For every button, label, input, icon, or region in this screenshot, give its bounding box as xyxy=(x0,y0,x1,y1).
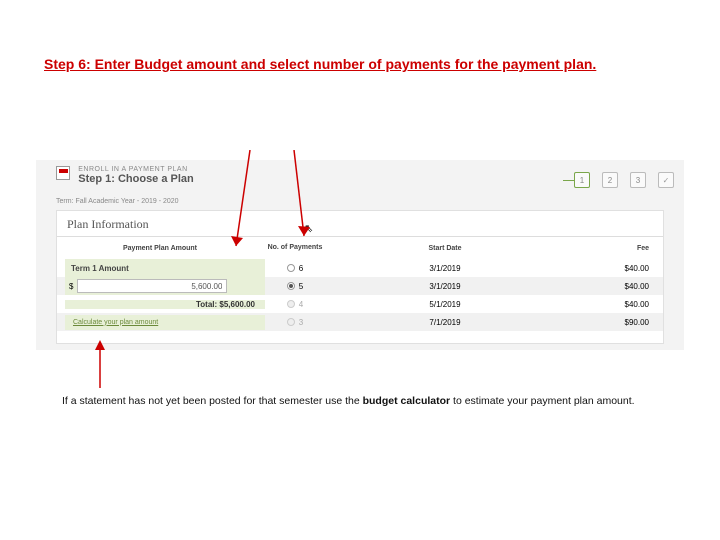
wizard-step-2[interactable]: 2 xyxy=(602,172,618,188)
hdr-payments: No. of Payments xyxy=(265,244,325,252)
note-prefix: If a statement has not yet been posted f… xyxy=(62,395,363,407)
date-0: 3/1/2019 xyxy=(325,264,565,273)
calendar-icon xyxy=(56,166,70,180)
bottom-note: If a statement has not yet been posted f… xyxy=(62,395,662,409)
radio-6[interactable] xyxy=(287,264,295,272)
fee-1: $40.00 xyxy=(565,282,655,291)
payments-3: 3 xyxy=(299,318,303,327)
note-bold: budget calculator xyxy=(363,395,451,407)
enroll-header: ENROLL IN A PAYMENT PLAN Step 1: Choose … xyxy=(56,166,194,185)
date-1: 3/1/2019 xyxy=(325,282,565,291)
fee-0: $40.00 xyxy=(565,264,655,273)
currency-symbol: $ xyxy=(65,282,73,291)
fee-3: $90.00 xyxy=(565,318,655,327)
date-2: 5/1/2019 xyxy=(325,300,565,309)
hdr-fee: Fee xyxy=(565,245,655,252)
term-line: Term: Fall Academic Year - 2019 - 2020 xyxy=(56,198,179,205)
screenshot-embed: ENROLL IN A PAYMENT PLAN Step 1: Choose … xyxy=(36,160,684,350)
wizard-step-3[interactable]: 3 xyxy=(630,172,646,188)
enroll-eyebrow: ENROLL IN A PAYMENT PLAN xyxy=(78,166,194,173)
panel-title: Plan Information xyxy=(57,211,663,237)
radio-3[interactable] xyxy=(287,318,295,326)
term1-amount-input[interactable] xyxy=(77,279,227,293)
fee-2: $40.00 xyxy=(565,300,655,309)
total-label: Total: $5,600.00 xyxy=(65,300,265,309)
payments-4: 4 xyxy=(299,300,303,309)
hdr-amount: Payment Plan Amount xyxy=(65,245,265,252)
table-header: Payment Plan Amount No. of Payments Star… xyxy=(57,237,663,259)
wizard-step-1[interactable]: 1 xyxy=(574,172,590,188)
note-suffix: to estimate your payment plan amount. xyxy=(450,395,634,407)
payments-5: 5 xyxy=(299,282,303,291)
wizard-steps: 1 2 3 ✓ xyxy=(574,172,674,188)
enroll-heading: Step 1: Choose a Plan xyxy=(78,173,194,185)
date-3: 7/1/2019 xyxy=(325,318,565,327)
wizard-step-done[interactable]: ✓ xyxy=(658,172,674,188)
hdr-start: Start Date xyxy=(325,245,565,252)
table-row: Term 1 Amount 6 3/1/2019 $40.00 xyxy=(57,259,663,277)
payments-6: 6 xyxy=(299,264,303,273)
plan-panel: Plan Information Payment Plan Amount No.… xyxy=(56,210,664,344)
radio-4[interactable] xyxy=(287,300,295,308)
radio-5[interactable] xyxy=(287,282,295,290)
table-row: Total: $5,600.00 4 5/1/2019 $40.00 xyxy=(57,295,663,313)
plan-table: Payment Plan Amount No. of Payments Star… xyxy=(57,237,663,331)
calculate-link[interactable]: Calculate your plan amount xyxy=(65,315,166,330)
step-title: Step 6: Enter Budget amount and select n… xyxy=(44,55,664,73)
table-row: $ 5 3/1/2019 $40.00 xyxy=(57,277,663,295)
term1-label: Term 1 Amount xyxy=(65,264,129,273)
table-row: Calculate your plan amount 3 7/1/2019 $9… xyxy=(57,313,663,331)
